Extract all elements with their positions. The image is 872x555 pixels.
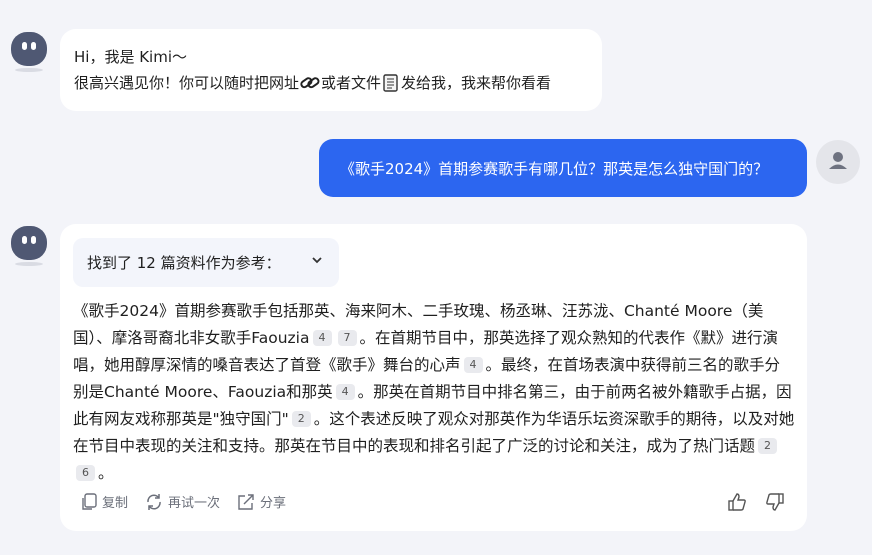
citation-badge[interactable]: 2 xyxy=(291,411,311,427)
retry-label: 再试一次 xyxy=(168,496,221,511)
answer-segment: 。 xyxy=(98,464,114,482)
user-message-bubble: 《歌手2024》首期参赛歌手有哪几位？那英是怎么独守国门的？ xyxy=(319,139,807,197)
references-label: 找到了 12 篇资料作为参考： xyxy=(87,254,281,272)
retry-icon xyxy=(147,493,161,510)
share-button[interactable]: 分享 xyxy=(237,492,286,511)
document-icon xyxy=(382,74,400,92)
user-icon xyxy=(829,152,847,169)
share-icon xyxy=(238,493,254,510)
user-avatar[interactable] xyxy=(816,140,860,184)
chevron-down-icon xyxy=(312,257,322,264)
copy-icon xyxy=(82,492,97,510)
greeting-text-b: 或者文件 xyxy=(321,74,382,92)
copy-button[interactable]: 复制 xyxy=(81,492,128,511)
kimi-avatar-icon xyxy=(9,32,49,72)
citation-badge[interactable]: 6 xyxy=(76,465,95,481)
retry-button[interactable]: 再试一次 xyxy=(145,492,220,511)
citation-badge[interactable]: 4 xyxy=(335,384,355,400)
thumbs-up-icon[interactable] xyxy=(727,492,747,512)
greeting-line-2: 很高兴遇见你！你可以随时把网址 或者文件 发给我，我来帮你看看 xyxy=(74,71,551,95)
greeting-text-c: 发给我，我来帮你看看 xyxy=(401,74,552,92)
greeting-bubble: Hi，我是 Kimi～ 很高兴遇见你！你可以随时把网址 或者文件 发给我，我来帮… xyxy=(60,29,602,111)
citation-badge[interactable]: 4 xyxy=(463,357,483,373)
citation-badge[interactable]: 7 xyxy=(337,330,357,346)
greeting-text-a: 很高兴遇见你！你可以随时把网址 xyxy=(74,74,300,92)
answer-text: 《歌手2024》首期参赛歌手包括那英、海来阿木、二手玫瑰、杨丞琳、汪苏泷、Cha… xyxy=(73,298,795,487)
link-icon xyxy=(300,74,320,92)
references-toggle[interactable]: 找到了 12 篇资料作为参考： xyxy=(73,238,339,287)
kimi-avatar-icon xyxy=(9,226,49,266)
share-label: 分享 xyxy=(260,496,287,511)
copy-label: 复制 xyxy=(102,496,129,511)
greeting-line-1: Hi，我是 Kimi～ xyxy=(74,48,187,66)
citation-badge[interactable]: 2 xyxy=(758,438,778,454)
citation-badge[interactable]: 4 xyxy=(312,330,332,346)
thumbs-down-icon[interactable] xyxy=(765,492,785,512)
user-message-text: 《歌手2024》首期参赛歌手有哪几位？那英是怎么独守国门的？ xyxy=(340,159,769,178)
